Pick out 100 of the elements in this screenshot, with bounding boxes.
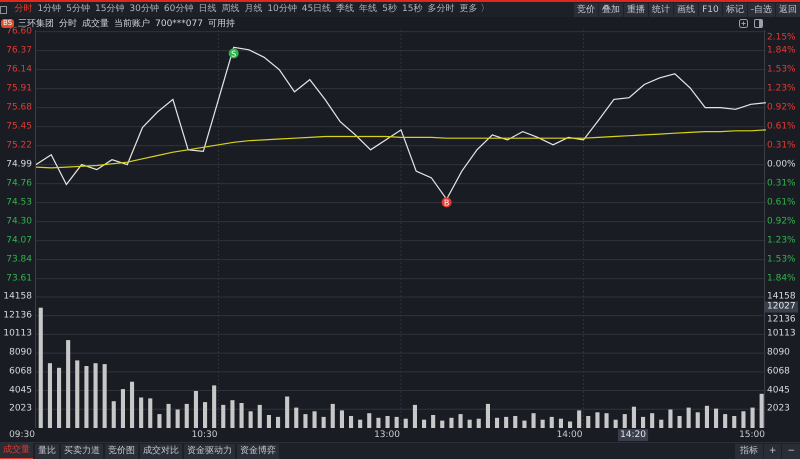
period-tab[interactable]: 15秒 [399, 2, 425, 17]
indicator-button[interactable]: + [764, 444, 782, 458]
axis-label: 74.07 [6, 235, 32, 246]
period-tab[interactable]: 多分时 [424, 2, 457, 17]
indicator-button[interactable]: − [782, 444, 800, 458]
volume-bar [404, 418, 408, 428]
axis-label: 4045 [9, 385, 32, 396]
volume-bar [650, 413, 654, 428]
volume-bar [367, 413, 372, 428]
volume-bar [696, 412, 700, 428]
window-icon[interactable] [0, 4, 9, 14]
header-text: 当前账户 [114, 18, 150, 30]
axis-label: 74.99 [6, 159, 32, 170]
time-label: 14:00 [556, 429, 582, 441]
toolbar-button[interactable]: 标记 [722, 2, 747, 16]
volume-bar [94, 363, 98, 428]
indicator-tab[interactable]: 成交对比 [140, 444, 182, 458]
period-tab[interactable]: 5秒 [380, 2, 400, 17]
volume-bar [176, 410, 180, 428]
volume-bar [148, 398, 152, 428]
period-tab[interactable]: 30分钟 [126, 2, 162, 17]
volume-bar [458, 414, 463, 428]
toolbar-button[interactable]: 重播 [624, 2, 648, 16]
axis-label: 14158 [3, 291, 32, 302]
axis-label: 2023 [767, 404, 790, 415]
header-text: 成交量 [82, 18, 110, 30]
period-tab[interactable]: 周线 [218, 2, 242, 17]
header-text: 可用持 [208, 18, 235, 30]
indicator-tab[interactable]: 竞价图 [105, 444, 138, 458]
toolbar-button[interactable]: 叠加 [599, 2, 624, 16]
volume-bar [504, 416, 508, 428]
axis-label: 4045 [767, 385, 790, 396]
volume-bar [449, 418, 454, 428]
period-tab[interactable]: 5分钟 [64, 2, 92, 17]
toolbar-button[interactable]: 返回 [776, 2, 800, 16]
period-tab[interactable]: 季线 [334, 2, 357, 17]
time-label: 10:30 [192, 429, 218, 441]
toolbar-button[interactable]: -自选 [748, 2, 775, 16]
period-tab[interactable]: 15分钟 [92, 2, 127, 17]
period-tab[interactable]: 日线 [196, 2, 219, 17]
axis-label: 0.61% [767, 121, 796, 132]
period-tab[interactable]: 分时 [12, 2, 35, 17]
volume-bar [568, 422, 572, 428]
period-tab[interactable]: 更多 〉 [456, 2, 492, 17]
indicator-button[interactable]: 指标 [734, 444, 763, 458]
toolbar-button[interactable]: 统计 [649, 2, 674, 16]
axis-label: 2023 [9, 404, 32, 415]
volume-bar [57, 368, 62, 428]
axis-label: 76.60 [6, 26, 32, 38]
period-tab[interactable]: 年线 [356, 2, 380, 17]
volume-bar [595, 412, 600, 428]
volume-bar [75, 360, 80, 428]
axis-label: 73.61 [6, 273, 32, 284]
volume-bar [550, 416, 554, 428]
axis-label: 8090 [9, 348, 32, 359]
volume-bar [184, 404, 189, 428]
panel-icon[interactable] [754, 19, 763, 28]
period-tab[interactable]: 月线 [242, 2, 265, 17]
axis-label: 1.84% [767, 45, 796, 56]
volume-bar [431, 415, 436, 428]
volume-bar [194, 391, 198, 428]
volume-bar [349, 416, 354, 428]
indicator-tab[interactable]: 买卖力道 [61, 444, 103, 458]
volume-bar [112, 401, 116, 428]
trade-marker: S [228, 48, 239, 58]
volume-bar [212, 385, 216, 428]
volume-bar [294, 408, 298, 428]
axis-label: 74.76 [6, 178, 32, 190]
axis-label: 1.53% [767, 64, 796, 76]
volume-bar [157, 414, 162, 428]
indicator-tab[interactable]: 资金驱动力 [184, 444, 235, 458]
axis-label: 8090 [767, 348, 790, 359]
volume-bar [258, 404, 262, 428]
volume-bar [166, 404, 171, 428]
toolbar-button[interactable]: 画线 [674, 2, 698, 16]
volume-bar [513, 416, 518, 428]
axis-label: 75.91 [6, 83, 32, 94]
crosshair-value: 12027 [765, 302, 798, 312]
axis-label: 75.22 [6, 140, 32, 152]
period-tab[interactable]: 1分钟 [35, 2, 64, 17]
trade-marker: B [442, 197, 452, 208]
volume-bar [266, 415, 271, 428]
toolbar-button[interactable]: F10 [699, 2, 722, 16]
volume-bar [276, 416, 280, 428]
axis-label: 73.84 [6, 254, 32, 266]
period-tab[interactable]: 60分钟 [161, 2, 196, 17]
volume-bar [486, 404, 490, 428]
period-tab[interactable]: 10分钟 [264, 2, 300, 17]
volume-bar [285, 396, 290, 428]
axis-label: 0.61% [767, 197, 796, 208]
volume-bar [120, 389, 125, 428]
toolbar-button[interactable]: 竞价 [574, 2, 598, 16]
indicator-tab[interactable]: 资金博弈 [237, 444, 279, 458]
period-tab[interactable]: 45日线 [299, 2, 334, 17]
axis-label: 0.92% [767, 216, 796, 228]
zoom-in-icon[interactable] [739, 19, 748, 28]
volume-bar [340, 410, 344, 428]
volume-bar [468, 420, 472, 428]
axis-label: 6068 [9, 366, 32, 378]
indicator-tab[interactable]: 量比 [35, 444, 59, 458]
